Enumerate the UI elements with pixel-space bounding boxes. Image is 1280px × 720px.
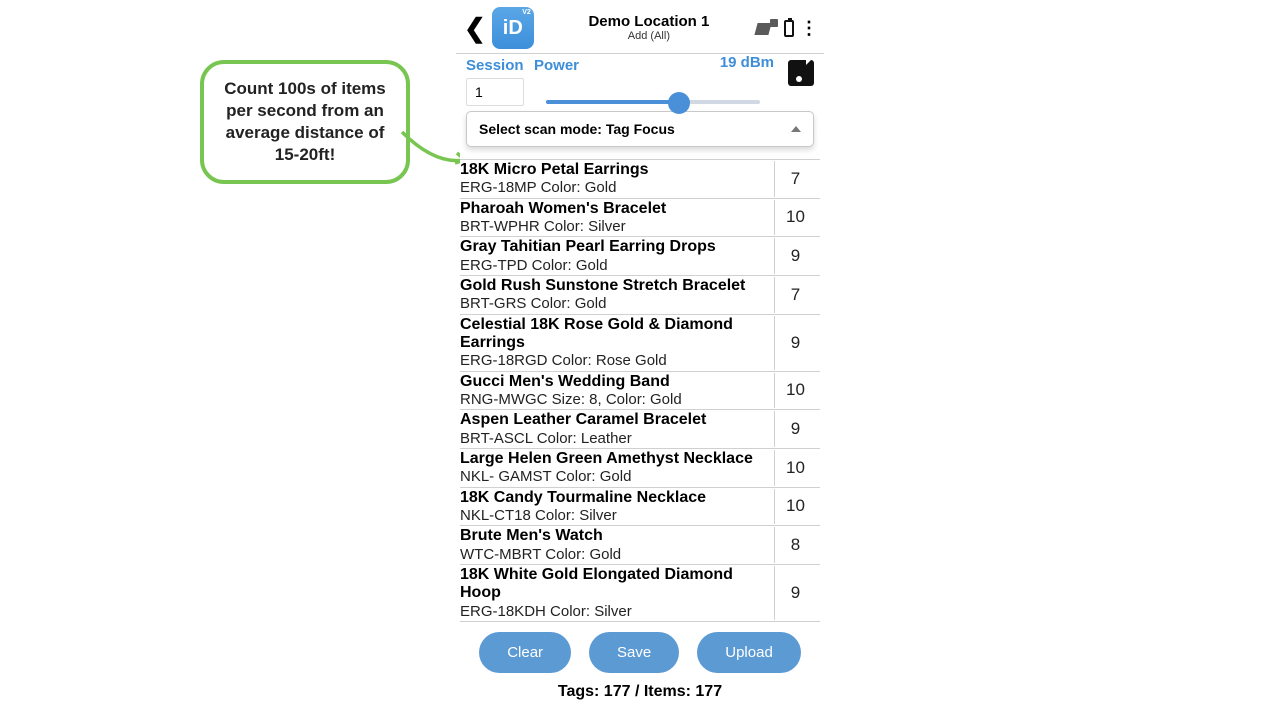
page-title: Demo Location 1 [542,14,756,31]
app-screen: ❮ iDV2 Demo Location 1 Add (All) ⋮ Sessi… [460,5,820,701]
item-name: Gray Tahitian Pearl Earring Drops [460,238,768,256]
power-slider-track[interactable] [546,100,760,104]
power-slider-thumb[interactable] [668,92,690,114]
controls-panel: Session Power 19 dBm Select scan mode: T… [460,54,820,153]
title-block: Demo Location 1 Add (All) [542,14,756,43]
item-name: 18K Candy Tourmaline Necklace [460,489,768,507]
scan-mode-prefix: Select scan mode: [479,121,606,137]
list-item[interactable]: Pharoah Women's BraceletBRT-WPHR Color: … [460,199,820,238]
battery-icon [784,20,794,37]
footer-buttons: Clear Save Upload [460,632,820,673]
item-count: 7 [774,161,816,197]
item-count: 10 [774,200,816,236]
item-meta: ERG-TPD Color: Gold [460,257,768,274]
item-count: 8 [774,527,816,563]
scan-mode-value: Tag Focus [606,121,675,137]
more-menu-icon[interactable]: ⋮ [800,18,816,39]
list-item[interactable]: Gold Rush Sunstone Stretch BraceletBRT-G… [460,276,820,315]
power-value: 19 dBm [720,54,774,71]
item-count: 7 [774,277,816,313]
item-meta: ERG-18RGD Color: Rose Gold [460,352,768,369]
save-disk-icon[interactable] [788,60,814,86]
item-name: Aspen Leather Caramel Bracelet [460,411,768,429]
list-item[interactable]: Large Helen Green Amethyst NecklaceNKL- … [460,449,820,488]
item-name: 18K White Gold Elongated Diamond Hoop [460,566,768,603]
item-count: 9 [774,238,816,274]
list-item[interactable]: 18K Micro Petal EarringsERG-18MP Color: … [460,159,820,199]
item-name: 18K Micro Petal Earrings [460,161,768,179]
clear-button[interactable]: Clear [479,632,571,673]
item-meta: ERG-18KDH Color: Silver [460,603,768,620]
item-name: Large Helen Green Amethyst Necklace [460,450,768,468]
callout-text: Count 100s of items per second from an a… [224,79,386,164]
item-meta: NKL-CT18 Color: Silver [460,507,768,524]
item-count: 9 [774,566,816,620]
app-logo: iDV2 [492,7,534,49]
list-item[interactable]: 18K White Gold Elongated Diamond HoopERG… [460,565,820,622]
power-slider-fill [546,100,674,104]
item-count: 10 [774,489,816,525]
list-item[interactable]: Celestial 18K Rose Gold & Diamond Earrin… [460,315,820,372]
item-list: 18K Micro Petal EarringsERG-18MP Color: … [460,159,820,622]
scanner-icon[interactable] [756,19,778,37]
item-name: Gold Rush Sunstone Stretch Bracelet [460,277,768,295]
item-count: 9 [774,316,816,370]
item-meta: NKL- GAMST Color: Gold [460,468,768,485]
tags-items-summary: Tags: 177 / Items: 177 [460,683,820,701]
item-meta: ERG-18MP Color: Gold [460,179,768,196]
item-name: Pharoah Women's Bracelet [460,200,768,218]
list-item[interactable]: Brute Men's WatchWTC-MBRT Color: Gold 8 [460,526,820,565]
scan-mode-select[interactable]: Select scan mode: Tag Focus [466,111,814,147]
list-item[interactable]: 18K Candy Tourmaline NecklaceNKL-CT18 Co… [460,488,820,527]
page-subtitle: Add (All) [542,30,756,42]
item-name: Gucci Men's Wedding Band [460,373,768,391]
item-meta: RNG-MWGC Size: 8, Color: Gold [460,391,768,408]
app-header: ❮ iDV2 Demo Location 1 Add (All) ⋮ [460,5,820,53]
list-item[interactable]: Aspen Leather Caramel BraceletBRT-ASCL C… [460,410,820,449]
item-meta: WTC-MBRT Color: Gold [460,546,768,563]
item-count: 10 [774,450,816,486]
item-meta: BRT-ASCL Color: Leather [460,430,768,447]
item-meta: BRT-WPHR Color: Silver [460,218,768,235]
item-count: 10 [774,373,816,409]
item-count: 9 [774,411,816,447]
back-icon[interactable]: ❮ [464,13,486,44]
item-name: Celestial 18K Rose Gold & Diamond Earrin… [460,316,768,353]
session-label: Session [466,57,524,74]
session-input[interactable] [466,78,524,106]
save-button[interactable]: Save [589,632,679,673]
item-name: Brute Men's Watch [460,527,768,545]
list-item[interactable]: Gray Tahitian Pearl Earring DropsERG-TPD… [460,237,820,276]
chevron-up-icon [791,126,801,132]
upload-button[interactable]: Upload [697,632,801,673]
list-item[interactable]: Gucci Men's Wedding BandRNG-MWGC Size: 8… [460,372,820,411]
marketing-callout: Count 100s of items per second from an a… [200,60,410,184]
item-meta: BRT-GRS Color: Gold [460,295,768,312]
